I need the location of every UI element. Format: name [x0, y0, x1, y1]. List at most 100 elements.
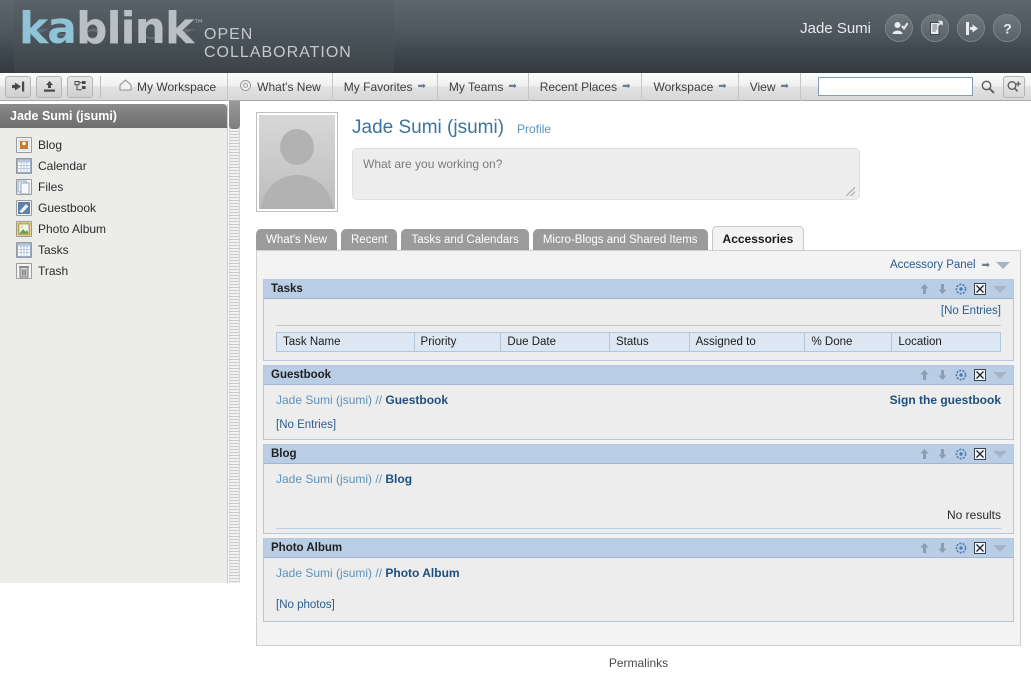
move-up-icon[interactable]	[919, 283, 930, 295]
close-x-icon[interactable]	[974, 542, 986, 554]
breadcrumb-target[interactable]: Blog	[385, 472, 412, 486]
profile-link[interactable]: Profile	[517, 122, 551, 136]
move-down-icon[interactable]	[937, 542, 948, 554]
toolbar-item-recent-places[interactable]: Recent Places ➡	[529, 73, 643, 101]
clipboard-icon[interactable]	[921, 14, 949, 42]
app-banner: kablink™ kablink OPEN COLLABORATION Jade…	[0, 0, 1031, 73]
toolbar-item-whats-new[interactable]: What's New	[228, 73, 333, 101]
close-x-icon[interactable]	[974, 369, 986, 381]
panel-header: Tasks	[264, 280, 1013, 299]
sidebar-nav-list: Blog Calendar	[0, 128, 227, 281]
collapse-left-icon[interactable]	[5, 76, 31, 98]
toolbar-item-my-favorites[interactable]: My Favorites ➡	[333, 73, 438, 101]
breadcrumb: Jade Sumi (jsumi) // Blog	[276, 472, 1001, 486]
user-profile-icon[interactable]	[885, 14, 913, 42]
toolbar-item-label: My Teams	[449, 80, 503, 94]
panel-body: Jade Sumi (jsumi) // Guestbook Sign the …	[264, 385, 1013, 439]
gear-icon[interactable]	[955, 448, 967, 460]
breadcrumb-target[interactable]: Photo Album	[385, 566, 459, 580]
toolbar-item-label: My Workspace	[137, 80, 216, 94]
tab-accessories[interactable]: Accessories	[712, 226, 805, 250]
panel-title: Guestbook	[271, 369, 331, 381]
chevron-down-icon[interactable]	[993, 286, 1007, 293]
status-input[interactable]: What are you working on?	[352, 148, 860, 200]
sidebar-item-trash[interactable]: Trash	[16, 260, 227, 281]
upload-icon[interactable]	[36, 76, 62, 98]
breadcrumb-owner[interactable]: Jade Sumi (jsumi)	[276, 472, 372, 486]
panel-photo-album: Photo Album	[263, 538, 1014, 622]
sidebar-item-files[interactable]: Files	[16, 176, 227, 197]
dropdown-arrow-icon: ➡	[622, 81, 630, 92]
tab-micro-blogs-and-shared-items[interactable]: Micro-Blogs and Shared Items	[533, 229, 708, 250]
permalinks-link[interactable]: Permalinks	[246, 656, 1031, 670]
tab-tasks-and-calendars[interactable]: Tasks and Calendars	[401, 229, 528, 250]
panel-tools	[919, 369, 1007, 381]
chevron-down-icon[interactable]	[993, 545, 1007, 552]
move-up-icon[interactable]	[919, 542, 930, 554]
divider	[276, 528, 1001, 529]
move-up-icon[interactable]	[919, 369, 930, 381]
sidebar-item-label: Files	[38, 180, 63, 194]
no-entries-label: [No Entries]	[276, 419, 1001, 431]
avatar-body	[261, 175, 333, 209]
status-placeholder: What are you working on?	[363, 157, 502, 171]
gear-icon[interactable]	[955, 542, 967, 554]
search-icon[interactable]	[977, 76, 999, 98]
move-down-icon[interactable]	[937, 369, 948, 381]
column-header-due-date[interactable]: Due Date	[501, 333, 610, 352]
chevron-down-icon[interactable]	[996, 262, 1010, 269]
sidebar-item-blog[interactable]: Blog	[16, 134, 227, 155]
panel-title: Tasks	[271, 283, 303, 295]
move-down-icon[interactable]	[937, 448, 948, 460]
move-up-icon[interactable]	[919, 448, 930, 460]
panel-body: Jade Sumi (jsumi) // Blog No results	[264, 464, 1013, 533]
toolbar-item-my-teams[interactable]: My Teams ➡	[438, 73, 529, 101]
panel-header: Blog	[264, 445, 1013, 464]
toolbar-item-workspace[interactable]: Workspace ➡	[642, 73, 738, 101]
logout-door-icon[interactable]	[957, 14, 985, 42]
close-x-icon[interactable]	[974, 283, 986, 295]
logo-area: kablink™ kablink OPEN COLLABORATION	[14, 0, 394, 73]
accessory-panel-arrow-icon[interactable]: ➡	[982, 260, 990, 271]
toolbar-item-my-workspace[interactable]: My Workspace	[108, 73, 228, 101]
avatar[interactable]	[256, 112, 338, 212]
gear-icon[interactable]	[955, 283, 967, 295]
panel-header: Guestbook	[264, 366, 1013, 385]
column-header-percent-done[interactable]: % Done	[805, 333, 892, 352]
column-header-assigned-to[interactable]: Assigned to	[689, 333, 805, 352]
column-header-status[interactable]: Status	[610, 333, 690, 352]
panel-guestbook: Guestbook	[263, 365, 1014, 440]
gear-icon[interactable]	[955, 369, 967, 381]
panel-blog: Blog	[263, 444, 1014, 534]
accessory-panel-link[interactable]: Accessory Panel	[890, 259, 976, 271]
breadcrumb-owner[interactable]: Jade Sumi (jsumi)	[276, 393, 372, 407]
panel-tools	[919, 283, 1007, 295]
help-question-icon[interactable]: ?	[993, 14, 1021, 42]
breadcrumb-target[interactable]: Guestbook	[385, 393, 448, 407]
breadcrumb: Jade Sumi (jsumi) // Photo Album	[276, 566, 1001, 580]
sign-guestbook-link[interactable]: Sign the guestbook	[890, 393, 1001, 407]
accessory-panel-region: Accessory Panel ➡ Tasks	[256, 250, 1021, 646]
toolbar-item-view[interactable]: View ➡	[739, 73, 801, 101]
panel-tasks: Tasks	[263, 279, 1014, 361]
move-down-icon[interactable]	[937, 283, 948, 295]
resize-grip-icon[interactable]	[846, 187, 855, 196]
tree-hierarchy-icon[interactable]	[67, 76, 93, 98]
column-header-priority[interactable]: Priority	[414, 333, 501, 352]
sidebar-item-guestbook[interactable]: Guestbook	[16, 197, 227, 218]
tab-recent[interactable]: Recent	[341, 229, 397, 250]
search-input[interactable]	[818, 77, 973, 96]
column-header-location[interactable]: Location	[892, 333, 1001, 352]
sidebar-item-calendar[interactable]: Calendar	[16, 155, 227, 176]
table-header-row: Task Name Priority Due Date Status Assig…	[277, 333, 1001, 352]
close-x-icon[interactable]	[974, 448, 986, 460]
advanced-search-icon[interactable]	[1003, 76, 1025, 98]
chevron-down-icon[interactable]	[993, 451, 1007, 458]
toolbar-item-label: Workspace	[653, 80, 713, 94]
sidebar-item-photo-album[interactable]: Photo Album	[16, 218, 227, 239]
breadcrumb-owner[interactable]: Jade Sumi (jsumi)	[276, 566, 372, 580]
column-header-task-name[interactable]: Task Name	[277, 333, 415, 352]
chevron-down-icon[interactable]	[993, 372, 1007, 379]
tab-whats-new[interactable]: What's New	[256, 229, 337, 250]
sidebar-item-tasks[interactable]: Tasks	[16, 239, 227, 260]
